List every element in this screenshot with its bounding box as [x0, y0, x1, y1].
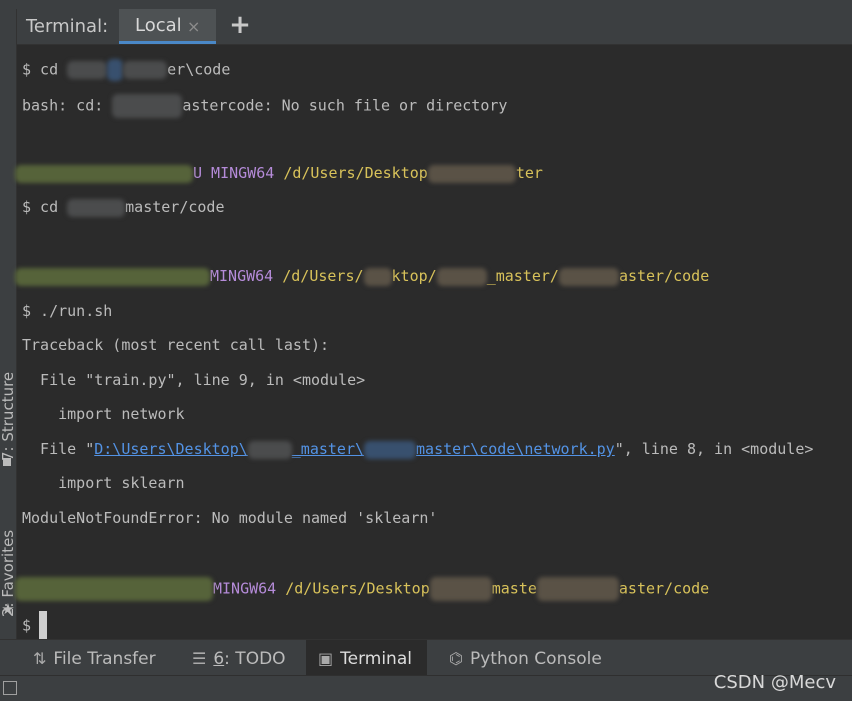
- redacted-text: [15, 267, 210, 286]
- tool-tab-file-transfer[interactable]: ⇅ File Transfer: [33, 640, 156, 675]
- terminal-line: File "train.py", line 9, in <module>: [22, 371, 366, 389]
- redacted-text: [247, 440, 292, 459]
- redacted-text: [15, 577, 213, 601]
- redacted-text: [15, 164, 193, 183]
- terminal-line: bash: cd: astercode: No such file or dir…: [22, 94, 507, 118]
- file-path-link[interactable]: D:\Users\Desktop\: [94, 440, 248, 458]
- terminal-line: $ cd er\code: [22, 59, 230, 81]
- terminal-line: File "D:\Users\Desktop\ _master\ master\co…: [22, 440, 814, 459]
- redacted-text: [363, 267, 392, 286]
- redacted-text: [107, 59, 124, 81]
- terminal-line: MINGW64 /d/Users/Desktop maste aster/code: [15, 577, 709, 601]
- redacted-text: [67, 61, 108, 79]
- transfer-arrows-icon: ⇅: [33, 649, 47, 668]
- redacted-text: [364, 440, 417, 459]
- redacted-text: [536, 577, 619, 601]
- redacted-text: [112, 94, 183, 118]
- left-tool-strip: 7: Structure 2: Favorites ★: [0, 9, 17, 639]
- redacted-text: [436, 267, 487, 286]
- tool-tab-todo[interactable]: ☰ 6: TODO: [192, 640, 286, 675]
- python-icon: ⌬: [449, 649, 463, 668]
- terminal-title: Terminal:: [26, 16, 109, 37]
- bottom-tool-bar: ⇅ File Transfer ☰ 6: TODO ▣ Terminal ⌬ Pytho…: [0, 639, 852, 675]
- redacted-text: [558, 267, 619, 286]
- terminal-line: import network: [22, 405, 185, 423]
- terminal-line: $ cd master/code: [22, 198, 225, 217]
- text-cursor: [39, 611, 48, 641]
- terminal-line: MINGW64 /d/Users/ktop/_master/aster/code: [15, 266, 709, 286]
- terminal-line: U MINGW64 /d/Users/Desktop ter: [15, 163, 543, 183]
- sidebar-tab-structure[interactable]: 7: Structure: [0, 345, 17, 461]
- redacted-text: [123, 61, 168, 79]
- tab-local[interactable]: Local ×: [119, 9, 216, 44]
- file-path-link[interactable]: _master\: [292, 440, 364, 458]
- tool-tab-python-console[interactable]: ⌬ Python Console: [449, 640, 602, 675]
- terminal-tab-bar: Terminal: Local × +: [17, 9, 852, 45]
- terminal-line: Traceback (most recent call last):: [22, 336, 330, 354]
- redacted-text: [427, 164, 516, 183]
- watermark: CSDN @Mecv: [713, 672, 836, 693]
- list-icon: ☰: [192, 649, 207, 668]
- terminal-icon: ▣: [318, 649, 334, 668]
- add-tab-button[interactable]: +: [227, 9, 253, 44]
- window-toggle-icon[interactable]: [3, 681, 17, 695]
- file-path-link[interactable]: master\code\network.py: [416, 440, 615, 458]
- close-icon[interactable]: ×: [187, 9, 200, 44]
- tool-tab-terminal[interactable]: ▣ Terminal: [306, 640, 427, 675]
- terminal-line: $ ./run.sh: [22, 302, 113, 320]
- terminal-line: ModuleNotFoundError: No module named 'sk…: [22, 509, 438, 527]
- redacted-text: [429, 577, 492, 601]
- terminal-output[interactable]: $ cd er\code bash: cd: astercode: No suc…: [15, 45, 852, 641]
- terminal-line: import sklearn: [22, 474, 185, 492]
- redacted-text: [67, 198, 126, 217]
- terminal-prompt-line[interactable]: $: [22, 611, 48, 641]
- tab-local-label: Local: [135, 15, 182, 36]
- star-icon: ★: [1, 600, 15, 618]
